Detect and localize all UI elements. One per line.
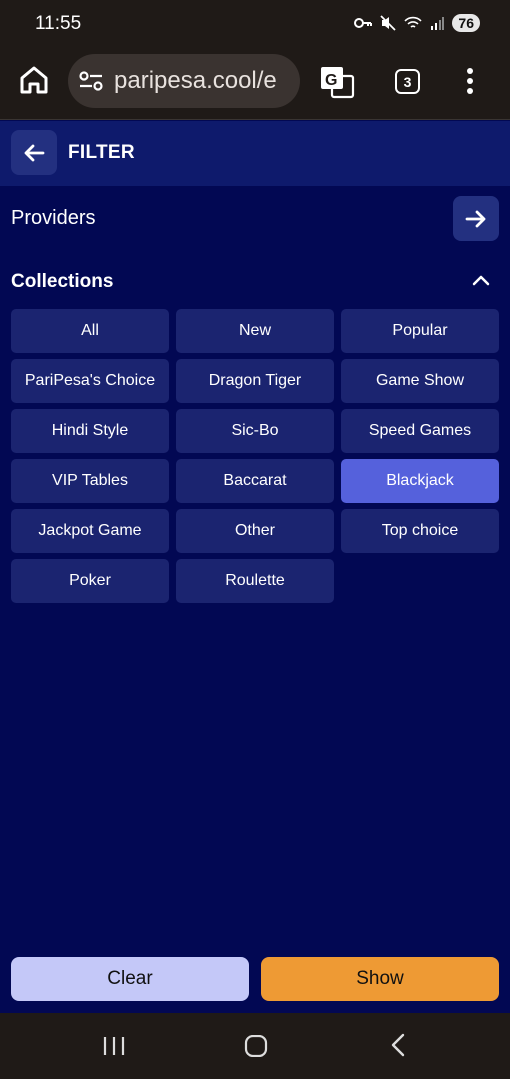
- arrow-left-icon: [24, 144, 45, 161]
- providers-label: Providers: [11, 207, 96, 229]
- collection-chip[interactable]: Roulette: [176, 559, 334, 603]
- key-icon: [354, 18, 373, 28]
- filter-header: FILTER: [0, 121, 510, 186]
- action-bar: Clear Show: [0, 947, 510, 1013]
- providers-open-button[interactable]: [453, 196, 499, 241]
- show-button[interactable]: Show: [261, 957, 499, 1001]
- collection-chip[interactable]: VIP Tables: [11, 459, 169, 503]
- wifi-icon: [404, 16, 423, 28]
- translate-icon[interactable]: G: [319, 65, 355, 99]
- recent-apps-icon[interactable]: [102, 1035, 126, 1057]
- collections-label: Collections: [11, 271, 114, 292]
- arrow-right-icon: [465, 210, 486, 227]
- site-settings-icon[interactable]: [78, 70, 104, 92]
- system-nav-bar: [0, 1013, 510, 1079]
- tab-switcher-button[interactable]: 3: [395, 69, 420, 94]
- more-menu-icon[interactable]: [466, 68, 474, 94]
- collection-chip[interactable]: Hindi Style: [11, 409, 169, 453]
- collection-chip[interactable]: Other: [176, 509, 334, 553]
- status-time: 11:55: [35, 13, 82, 34]
- battery-indicator: 76: [452, 14, 480, 32]
- home-button-icon[interactable]: [244, 1035, 268, 1057]
- clear-button[interactable]: Clear: [11, 957, 249, 1001]
- mute-icon: [380, 15, 397, 31]
- status-bar: 11:55 76: [0, 0, 510, 48]
- status-icons: 76: [354, 14, 480, 32]
- collection-chip[interactable]: Dragon Tiger: [176, 359, 334, 403]
- address-bar[interactable]: paripesa.cool/e: [68, 54, 300, 108]
- signal-icon: [431, 17, 445, 30]
- collection-chip[interactable]: PariPesa's Choice: [11, 359, 169, 403]
- collection-chip[interactable]: Poker: [11, 559, 169, 603]
- collection-chip[interactable]: Top choice: [341, 509, 499, 553]
- collections-grid: All New Popular PariPesa's Choice Dragon Tig…: [11, 309, 499, 603]
- browser-toolbar: paripesa.cool/e G 3: [0, 48, 510, 120]
- collection-chip[interactable]: Jackpot Game: [11, 509, 169, 553]
- collection-chip[interactable]: Speed Games: [341, 409, 499, 453]
- collection-chip[interactable]: Blackjack: [341, 459, 499, 503]
- collection-chip[interactable]: All: [11, 309, 169, 353]
- system-back-icon[interactable]: [390, 1033, 406, 1057]
- collection-chip[interactable]: Game Show: [341, 359, 499, 403]
- home-icon[interactable]: [18, 65, 50, 95]
- collections-header[interactable]: Collections: [0, 260, 510, 304]
- collection-chip[interactable]: Sic-Bo: [176, 409, 334, 453]
- url-text: paripesa.cool/e: [114, 67, 277, 94]
- page-title: FILTER: [68, 142, 135, 163]
- back-button[interactable]: [11, 130, 57, 175]
- providers-row[interactable]: Providers: [0, 186, 510, 250]
- collection-chip[interactable]: Baccarat: [176, 459, 334, 503]
- chevron-up-icon[interactable]: [472, 274, 490, 286]
- collection-chip[interactable]: Popular: [341, 309, 499, 353]
- svg-text:G: G: [325, 72, 337, 89]
- collection-chip[interactable]: New: [176, 309, 334, 353]
